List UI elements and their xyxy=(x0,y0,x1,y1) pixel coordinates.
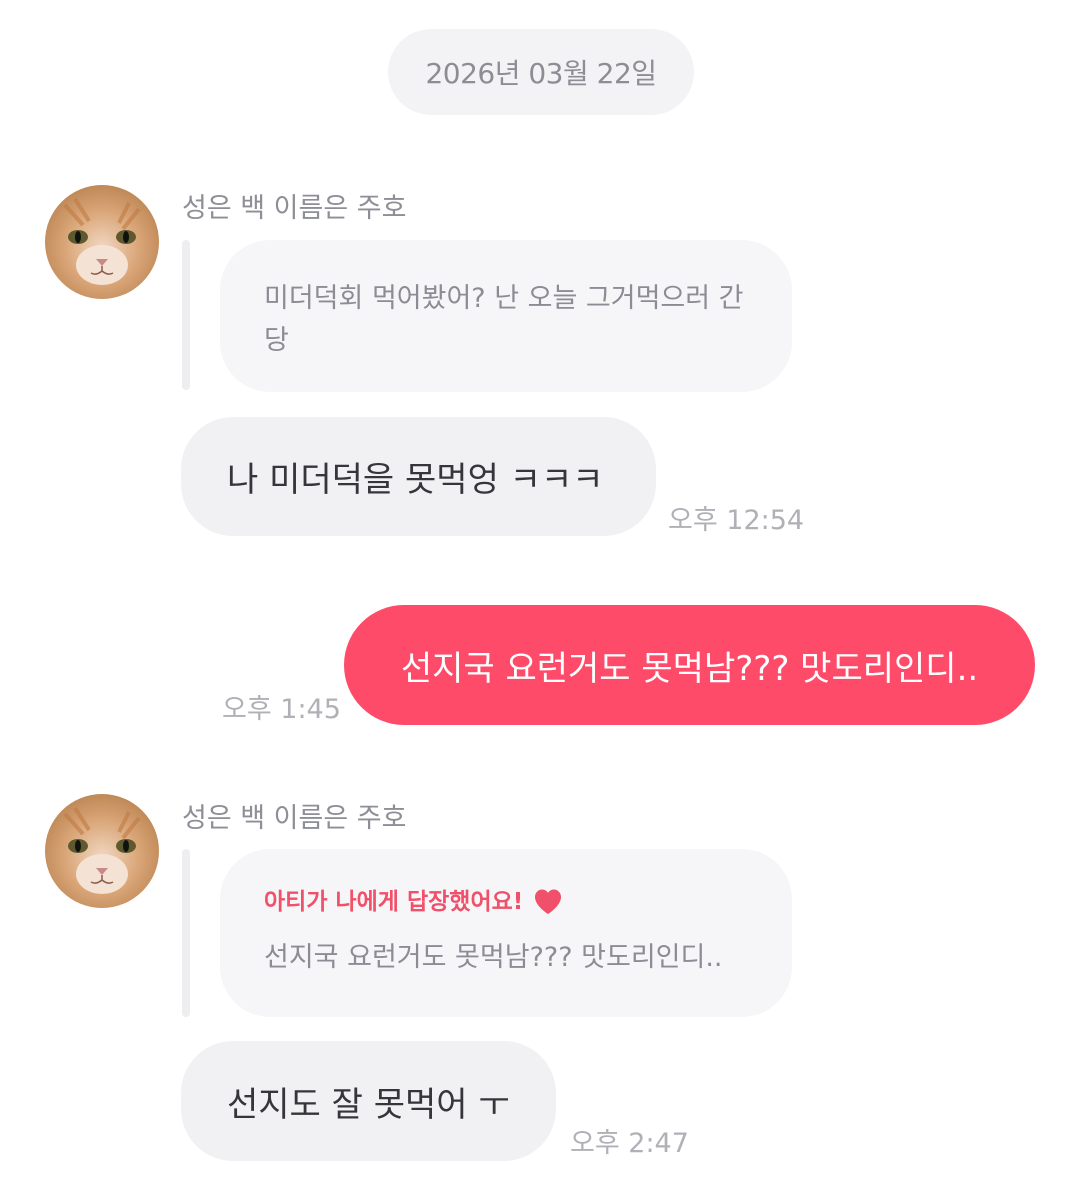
reply-preview-bubble[interactable]: 미더덕회 먹어봤어? 난 오늘 그거먹으러 간당 xyxy=(220,240,792,392)
incoming-message-bubble[interactable]: 나 미더덕을 못먹엉 ㅋㅋㅋ xyxy=(181,417,656,536)
reply-indicator-bar xyxy=(182,240,190,390)
message-text: 선지도 잘 못먹어 ㅜ xyxy=(227,1084,510,1125)
reply-indicator-bar xyxy=(182,849,190,1017)
reply-header: 아티가 나에게 답장했어요! xyxy=(264,881,752,923)
message-text: 선지국 요런거도 못먹남??? 맛도리인디.. xyxy=(400,648,979,689)
outgoing-message-bubble[interactable]: 선지국 요런거도 못먹남??? 맛도리인디.. xyxy=(344,605,1035,725)
reply-header-text: 아티가 나에게 답장했어요! xyxy=(264,889,524,915)
incoming-message-bubble[interactable]: 선지도 잘 못먹어 ㅜ xyxy=(181,1041,556,1161)
reply-preview-text: 선지국 요런거도 못먹남??? 맛도리인디.. xyxy=(264,942,723,973)
date-divider: 2026년 03월 22일 xyxy=(388,29,694,115)
cat-avatar-icon[interactable] xyxy=(45,185,159,299)
message-time: 오후 12:54 xyxy=(668,505,805,536)
sender-name: 성은 백 이름은 주호 xyxy=(182,193,407,224)
message-time: 오후 1:45 xyxy=(222,694,341,725)
reply-preview-bubble[interactable]: 아티가 나에게 답장했어요! 선지국 요런거도 못먹남??? 맛도리인디.. xyxy=(220,849,792,1017)
reply-preview-text: 미더덕회 먹어봤어? 난 오늘 그거먹으러 간당 xyxy=(264,283,744,356)
sender-name: 성은 백 이름은 주호 xyxy=(182,803,407,834)
message-time: 오후 2:47 xyxy=(570,1128,689,1159)
heart-icon xyxy=(533,887,563,917)
message-text: 나 미더덕을 못먹엉 ㅋㅋㅋ xyxy=(227,460,604,500)
date-divider-label: 2026년 03월 22일 xyxy=(425,57,657,90)
cat-avatar-icon[interactable] xyxy=(45,794,159,908)
